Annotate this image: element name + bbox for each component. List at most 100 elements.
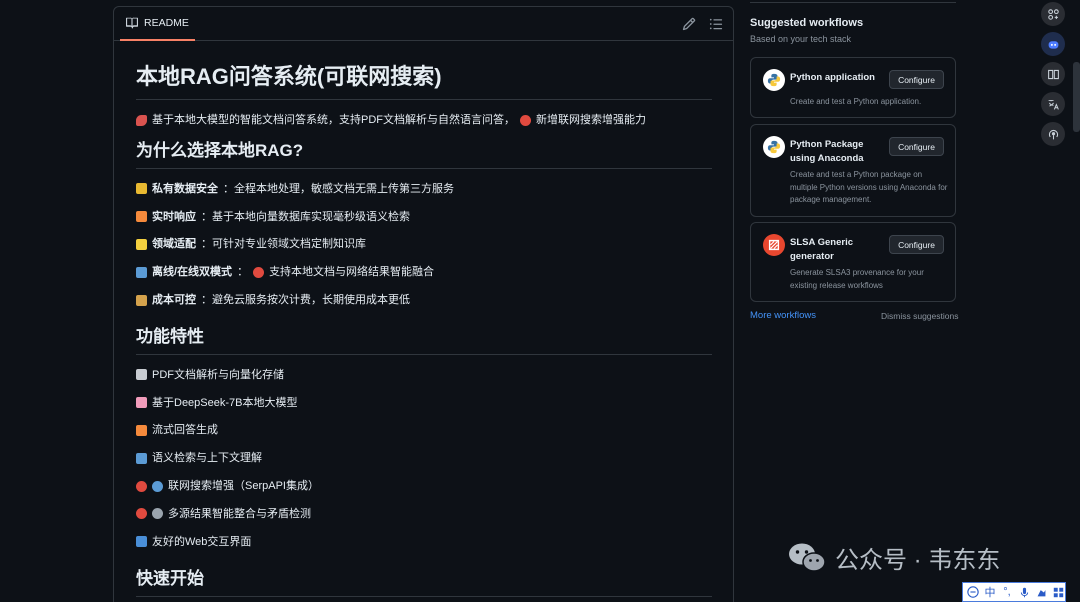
- more-workflows-link[interactable]: More workflows: [750, 310, 816, 321]
- ime-logo-icon[interactable]: [967, 585, 979, 599]
- list-item-text: ：避免云服务按次计费，长期使用成本更低: [201, 294, 410, 307]
- wechat-icon: [789, 543, 826, 572]
- configure-button[interactable]: Configure: [889, 70, 944, 89]
- intro-paragraph: 基于本地大模型的智能文档问答系统，支持PDF文档解析与自然语言问答， 新增联网搜…: [136, 112, 712, 128]
- workflow-card-python-app: Python application Configure Create and …: [750, 57, 956, 118]
- readme-title: 本地RAG问答系统(可联网搜索): [136, 63, 712, 100]
- readme-panel: README 本地RAG问答系统(可联网搜索) 基于本地大模型的智能文档问答系统…: [113, 6, 734, 602]
- lock-icon: [136, 183, 147, 195]
- list-item: 联网搜索增强（SerpAPI集成）: [136, 472, 712, 500]
- list-item: PDF文档解析与向量化存储: [136, 361, 712, 389]
- globe-icon: [136, 266, 147, 278]
- rocket-icon: [136, 114, 147, 126]
- why-list: 私有数据安全 ：全程本地处理，敏感文档无需上传第三方服务实时响应 ：基于本地向量数据…: [136, 175, 712, 314]
- book-icon: [126, 17, 138, 29]
- reader-icon[interactable]: [1041, 62, 1065, 86]
- list-item-label: 私有数据安全: [152, 182, 218, 195]
- list-item-text: 多源结果智能整合与矛盾检测: [168, 507, 311, 520]
- page-icon: [136, 369, 147, 381]
- magnifier-icon: [136, 452, 147, 464]
- podcast-icon[interactable]: [1041, 122, 1065, 146]
- list-item-text: 友好的Web交互界面: [152, 535, 252, 548]
- ime-mode-toggle[interactable]: 中: [984, 585, 996, 599]
- list-item: 离线/在线双模式 ： 支持本地文档与网络结果智能融合: [136, 258, 712, 286]
- microphone-icon[interactable]: [1018, 585, 1030, 599]
- list-item-text: PDF文档解析与向量化存储: [152, 368, 284, 381]
- lightning-icon: [136, 211, 147, 223]
- list-item-text: 基于DeepSeek-7B本地大模型: [152, 396, 298, 409]
- configure-button[interactable]: Configure: [889, 235, 944, 254]
- section-why-heading: 为什么选择本地RAG?: [136, 140, 712, 169]
- tab-readme[interactable]: README: [120, 7, 195, 41]
- list-item: 成本可控 ：避免云服务按次计费，长期使用成本更低: [136, 286, 712, 314]
- computer-icon: [136, 536, 147, 548]
- list-item-text: ：: [237, 266, 249, 279]
- workflow-card-slsa: SLSA Generic generator Configure Generat…: [750, 222, 956, 302]
- list-item: 多源结果智能整合与矛盾检测: [136, 500, 712, 528]
- brain-icon: [136, 397, 147, 409]
- workflow-name: Python application: [790, 72, 875, 83]
- intro-tail-text: 新增联网搜索增强能力: [536, 114, 646, 126]
- list-item: 基于DeepSeek-7B本地大模型: [136, 389, 712, 417]
- readme-tab-label: README: [144, 17, 189, 29]
- python-icon: [763, 136, 785, 158]
- translate-icon[interactable]: [1041, 92, 1065, 116]
- suggested-workflows-title: Suggested workflows: [750, 17, 864, 29]
- ime-toolbar[interactable]: 中 °,: [962, 582, 1066, 602]
- list-item: 友好的Web交互界面: [136, 528, 712, 556]
- workflow-name: Python Package using Anaconda: [790, 139, 864, 164]
- target-icon: [136, 508, 147, 520]
- list-item: 流式回答生成: [136, 417, 712, 445]
- list-item: 语义检索与上下文理解: [136, 444, 712, 472]
- workflow-name: SLSA Generic generator: [790, 237, 854, 262]
- list-item-text: 联网搜索增强（SerpAPI集成）: [168, 480, 319, 493]
- readme-header: README: [114, 7, 733, 41]
- feature-list: PDF文档解析与向量化存储基于DeepSeek-7B本地大模型 流式回答生成语义检…: [136, 361, 712, 556]
- globe-icon: [152, 480, 163, 492]
- ime-menu-icon[interactable]: [1052, 585, 1064, 599]
- divider: [750, 2, 956, 3]
- watermark-text: 公众号 · 韦东东: [835, 547, 1001, 574]
- list-item-label: 离线/在线双模式: [152, 266, 233, 279]
- list-item: 实时响应 ：基于本地向量数据库实现毫秒级语义检索: [136, 203, 712, 231]
- dismiss-suggestions-link[interactable]: Dismiss suggestions: [881, 311, 958, 321]
- target-icon: [253, 266, 265, 278]
- list-item-text: ：可针对专业领域文档定制知识库: [201, 238, 366, 251]
- slsa-icon: [763, 234, 785, 256]
- section-quickstart-heading: 快速开始: [136, 568, 712, 597]
- list-item-text: 流式回答生成: [152, 424, 218, 437]
- list-item-label: 实时响应: [152, 210, 196, 223]
- ime-punct-toggle[interactable]: °,: [1001, 585, 1013, 599]
- readme-body: 本地RAG问答系统(可联网搜索) 基于本地大模型的智能文档问答系统，支持PDF文…: [136, 41, 712, 597]
- link-icon: [152, 508, 163, 520]
- lightning-icon: [136, 424, 147, 436]
- list-item-text: 语义检索与上下文理解: [152, 452, 262, 465]
- list-item-text: ：基于本地向量数据库实现毫秒级语义检索: [201, 210, 410, 223]
- workflow-description: Create and test a Python application.: [790, 97, 922, 106]
- list-item-label: 成本可控: [152, 294, 196, 307]
- list-item-text: ：全程本地处理，敏感文档无需上传第三方服务: [223, 182, 454, 195]
- intro-text: 基于本地大模型的智能文档问答系统，支持PDF文档解析与自然语言问答，: [152, 114, 515, 126]
- configure-button[interactable]: Configure: [889, 137, 944, 156]
- list-item: 私有数据安全 ：全程本地处理，敏感文档无需上传第三方服务: [136, 175, 712, 203]
- moneybag-icon: [136, 294, 147, 306]
- scrollbar-thumb[interactable]: [1073, 62, 1080, 132]
- apps-icon[interactable]: [1041, 2, 1065, 26]
- target-icon: [136, 480, 147, 492]
- list-item-label: 领域适配: [152, 238, 196, 251]
- workflow-description: Generate SLSA3 provenance for your exist…: [790, 268, 924, 290]
- list-item-tail: 支持本地文档与网络结果智能融合: [269, 266, 435, 279]
- ime-skin-icon[interactable]: [1035, 585, 1047, 599]
- section-features-heading: 功能特性: [136, 326, 712, 355]
- list-outline-icon[interactable]: [709, 17, 723, 31]
- suggested-workflows-subtitle: Based on your tech stack: [750, 34, 852, 44]
- watermark: 公众号 · 韦东东: [787, 540, 1000, 575]
- assistant-icon[interactable]: [1041, 32, 1065, 56]
- bulb-icon: [136, 238, 147, 250]
- python-icon: [763, 69, 785, 91]
- target-icon: [520, 114, 531, 126]
- pencil-icon[interactable]: [682, 17, 696, 31]
- workflow-description: Create and test a Python package on mult…: [790, 170, 948, 204]
- workflow-card-python-anaconda: Python Package using Anaconda Configure …: [750, 124, 956, 217]
- list-item: 领域适配 ：可针对专业领域文档定制知识库: [136, 231, 712, 259]
